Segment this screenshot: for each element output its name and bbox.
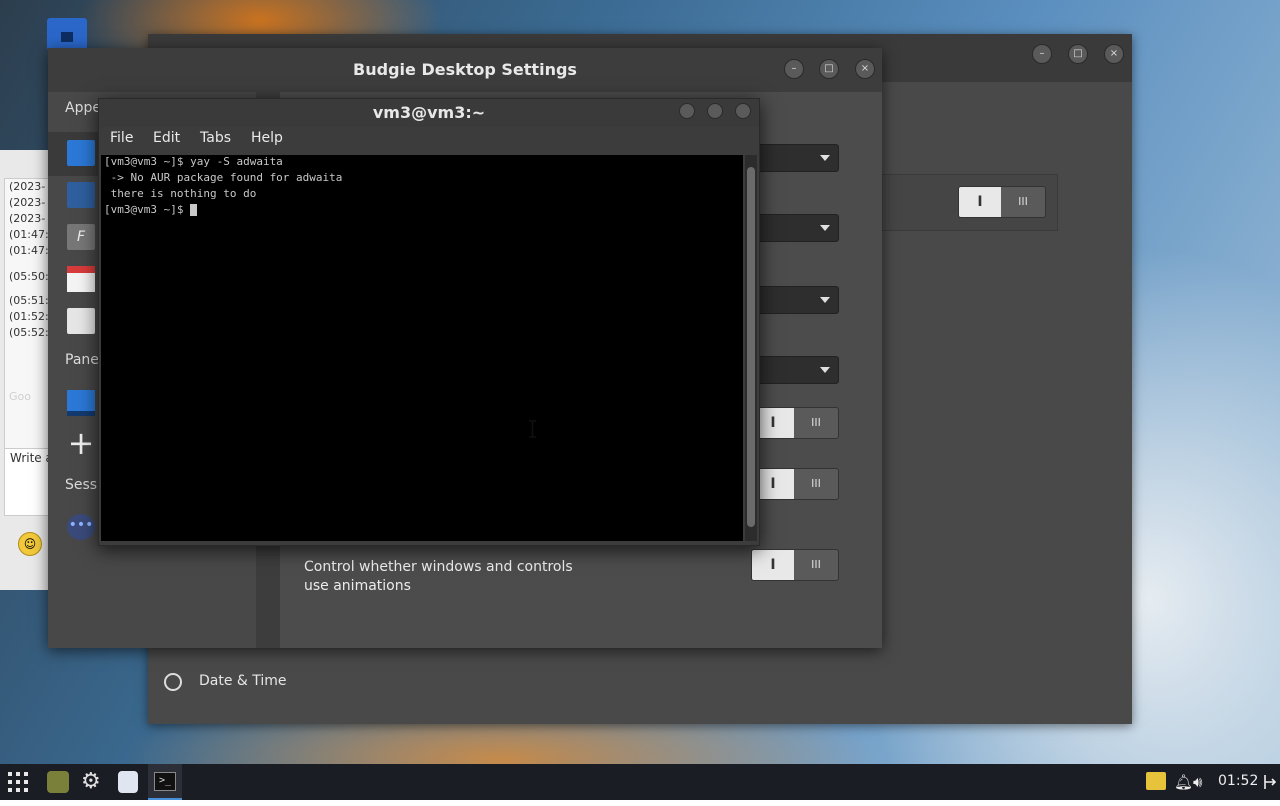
close-icon[interactable] — [735, 103, 751, 119]
animations-toggle-switch[interactable]: I III — [751, 549, 839, 581]
windows-icon[interactable] — [67, 308, 95, 334]
menu-tabs[interactable]: Tabs — [200, 130, 231, 146]
sidebar-header-panels: Pane — [65, 352, 99, 368]
text-cursor — [190, 204, 198, 216]
window-title: Budgie Desktop Settings — [353, 60, 577, 79]
close-icon[interactable]: × — [855, 59, 875, 79]
clock-icon — [164, 673, 182, 691]
log-line: (01:47: — [9, 244, 49, 257]
log-line: (05:51: — [9, 294, 49, 307]
maximize-icon[interactable]: □ — [1068, 44, 1088, 64]
back-toggle-switch[interactable]: I III — [958, 186, 1046, 218]
ghost-text: Goo — [9, 390, 31, 403]
add-panel-icon[interactable]: + — [67, 427, 95, 459]
chat-window: (2023- (2023- (2023- (01:47: (01:47: (05… — [0, 150, 52, 590]
sidebar-item-date-time[interactable]: Date & Time — [148, 666, 1132, 704]
clock-label[interactable]: 01:52 — [1218, 773, 1258, 789]
terminal-menubar: File Edit Tabs Help — [99, 127, 759, 153]
setting-dropdown[interactable] — [751, 286, 839, 314]
tray-app-icon[interactable] — [1146, 772, 1166, 790]
software-center-icon[interactable] — [118, 771, 138, 793]
style-icon[interactable] — [67, 140, 95, 166]
smiley-icon[interactable]: ☺ — [18, 532, 42, 556]
switch-on-label: I — [959, 187, 1001, 217]
chat-app-icon[interactable] — [47, 771, 69, 793]
setting-dropdown[interactable] — [751, 144, 839, 172]
close-icon[interactable]: × — [1104, 44, 1124, 64]
fonts-icon[interactable]: F — [67, 224, 95, 250]
switch-off-label: III — [811, 477, 821, 490]
terminal-icon: >_ — [154, 772, 176, 791]
calendar-icon[interactable] — [67, 266, 95, 292]
switch-off-label: III — [811, 416, 821, 429]
menu-file[interactable]: File — [110, 130, 133, 146]
ibeam-cursor-icon — [529, 420, 536, 438]
taskbar-terminal-active[interactable]: >_ — [148, 764, 182, 800]
menu-help[interactable]: Help — [251, 130, 283, 146]
log-line: (01:52: — [9, 310, 49, 323]
minimize-icon[interactable] — [679, 103, 695, 119]
animations-description: Control whether windows and controls use… — [304, 559, 573, 594]
setting-toggle-switch[interactable]: I III — [751, 407, 839, 439]
sidebar-header-appearance: Appe — [65, 100, 101, 116]
scrollbar-thumb[interactable] — [747, 167, 755, 527]
chat-log: (2023- (2023- (2023- (01:47: (01:47: (05… — [4, 178, 52, 450]
terminal-prompt: [vm3@vm3 ~]$ — [104, 203, 191, 216]
volume-icon[interactable]: 🔊︎ — [1193, 770, 1202, 806]
sidebar-header-session: Sessi — [65, 477, 101, 493]
switch-off-label: III — [811, 558, 821, 571]
maximize-icon[interactable] — [707, 103, 723, 119]
app-grid-icon[interactable] — [8, 772, 28, 792]
home-folder-icon[interactable] — [47, 18, 87, 50]
terminal-line: there is nothing to do — [104, 187, 257, 200]
taskbar: ⚙ >_ 🔔︎ 🔊︎ 01:52 — [0, 764, 1280, 800]
terminal-screen[interactable]: [vm3@vm3 ~]$ yay -S adwaita -> No AUR pa… — [101, 155, 743, 541]
sidebar-item-label: Date & Time — [199, 673, 287, 689]
terminal-window: vm3@vm3:~ File Edit Tabs Help [vm3@vm3 ~… — [98, 98, 760, 546]
setting-dropdown[interactable] — [751, 214, 839, 242]
log-line: (2023- — [9, 180, 46, 193]
bell-icon[interactable]: 🔔︎ — [1174, 770, 1193, 806]
minimize-icon[interactable]: – — [1032, 44, 1052, 64]
maximize-icon[interactable]: □ — [819, 59, 839, 79]
terminal-line: [vm3@vm3 ~]$ yay -S adwaita — [104, 155, 283, 168]
log-line: (05:50: — [9, 270, 49, 283]
log-line: (05:52: — [9, 326, 49, 339]
setting-toggle-switch[interactable]: I III — [751, 468, 839, 500]
panel-icon[interactable] — [67, 390, 95, 416]
terminal-titlebar[interactable]: vm3@vm3:~ — [99, 99, 759, 127]
autostart-icon[interactable]: ••• — [67, 514, 95, 540]
switch-on-label: I — [752, 550, 794, 580]
minimize-icon[interactable]: – — [784, 59, 804, 79]
desktop-icon[interactable] — [67, 182, 95, 208]
logout-icon[interactable] — [1264, 774, 1278, 790]
budgie-window-titlebar[interactable]: Budgie Desktop Settings — [48, 48, 882, 92]
log-line: (2023- — [9, 212, 46, 225]
chat-message-input[interactable]: Write a — [4, 448, 50, 516]
log-line: (2023- — [9, 196, 46, 209]
terminal-title: vm3@vm3:~ — [372, 103, 486, 122]
terminal-scrollbar[interactable] — [745, 155, 757, 541]
log-line: (01:47: — [9, 228, 49, 241]
terminal-line: -> No AUR package found for adwaita — [104, 171, 343, 184]
setting-dropdown[interactable] — [751, 356, 839, 384]
menu-edit[interactable]: Edit — [153, 130, 180, 146]
switch-off-label: III — [1018, 195, 1028, 208]
